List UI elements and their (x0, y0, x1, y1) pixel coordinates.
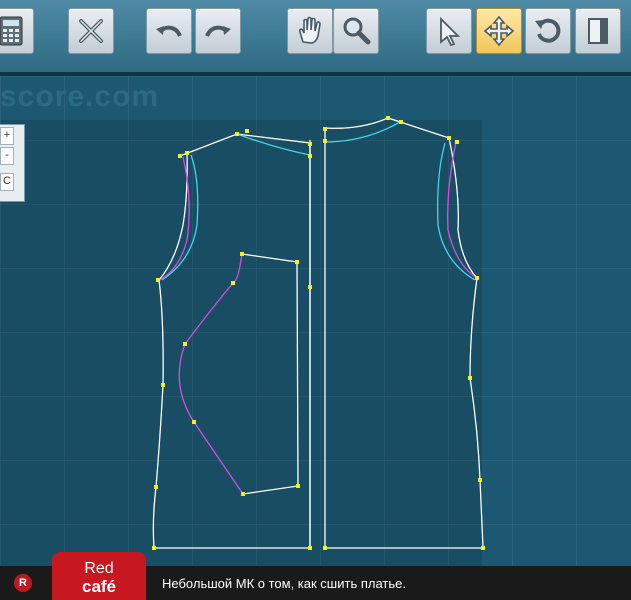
back-armhole-curve (159, 156, 190, 281)
brand-line2: café (81, 577, 117, 596)
page-button[interactable] (575, 8, 621, 54)
toolbar (0, 0, 631, 72)
front-neck-seam (324, 121, 401, 143)
undo-arrow-icon (156, 25, 182, 37)
cursor-arrow-icon (440, 16, 461, 47)
dress-pattern[interactable] (0, 76, 631, 566)
rotate-icon (535, 18, 561, 43)
front-armhole-seam (436, 142, 476, 281)
undo-button[interactable] (146, 8, 192, 54)
drawing-canvas[interactable]: score.com + - C (0, 76, 631, 566)
r-badge-icon[interactable]: R (14, 574, 32, 592)
sleeve-piece-outline[interactable] (241, 253, 299, 495)
select-button[interactable] (426, 8, 472, 54)
zoom-button[interactable] (333, 8, 379, 54)
move-button[interactable] (476, 8, 522, 54)
x-icon (79, 19, 103, 43)
redo-arrow-icon (205, 25, 231, 37)
back-armhole-seam (161, 154, 199, 281)
front-armhole-curve (447, 141, 478, 279)
delete-button[interactable] (68, 8, 114, 54)
hand-icon (299, 16, 321, 44)
rotate-button[interactable] (525, 8, 571, 54)
move-arrows-icon (483, 15, 515, 47)
brand-line1: Red (84, 560, 114, 577)
back-neck-seam (236, 133, 311, 156)
calculator-button[interactable] (0, 8, 34, 54)
calculator-icon (0, 16, 23, 46)
control-points[interactable] (152, 116, 485, 550)
bottom-bar: R Red café Небольшой МК о том, как сшить… (0, 552, 631, 600)
pan-button[interactable] (287, 8, 333, 54)
redcafe-logo[interactable]: Red café (52, 552, 146, 600)
bottom-message[interactable]: Небольшой МК о том, как сшить платье. (162, 576, 406, 591)
sleeve-cap-curve (178, 253, 244, 495)
magnifier-icon (343, 17, 371, 45)
front-piece-outline[interactable] (324, 117, 484, 549)
redo-button[interactable] (195, 8, 241, 54)
page-icon (588, 18, 608, 44)
back-piece-outline[interactable] (152, 133, 311, 549)
